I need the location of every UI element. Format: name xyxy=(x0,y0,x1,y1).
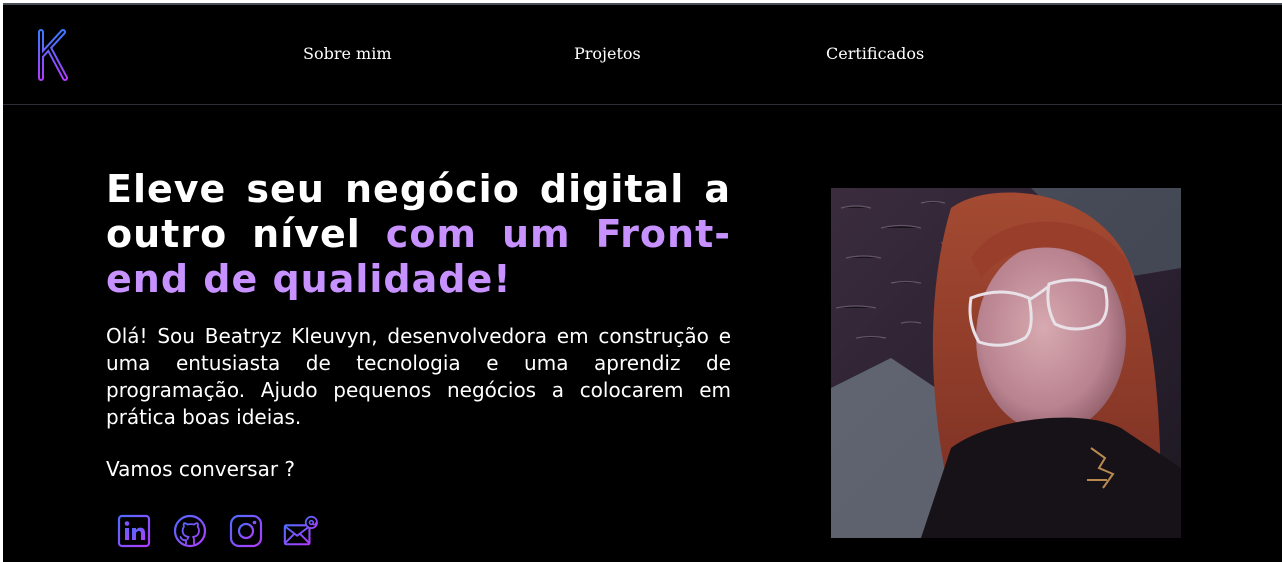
github-icon[interactable] xyxy=(172,513,208,549)
profile-photo xyxy=(831,188,1181,538)
intro-text: Olá! Sou Beatryz Kleuvyn, desenvolvedora… xyxy=(106,324,731,429)
instagram-icon[interactable] xyxy=(228,513,264,549)
cta-text: Vamos conversar ? xyxy=(106,457,296,481)
linkedin-icon[interactable] xyxy=(116,513,152,549)
page: Sobre mim Projetos Certificados Eleve se… xyxy=(3,3,1282,562)
hero-title: Eleve seu negócio digital a outro nível … xyxy=(106,167,731,302)
nav-link-sobre-mim[interactable]: Sobre mim xyxy=(303,44,392,63)
site-header: Sobre mim Projetos Certificados xyxy=(3,5,1282,105)
logo-icon[interactable] xyxy=(35,28,71,82)
nav-link-projetos[interactable]: Projetos xyxy=(574,44,641,63)
email-icon[interactable] xyxy=(282,513,318,549)
nav-link-certificados[interactable]: Certificados xyxy=(826,44,924,63)
